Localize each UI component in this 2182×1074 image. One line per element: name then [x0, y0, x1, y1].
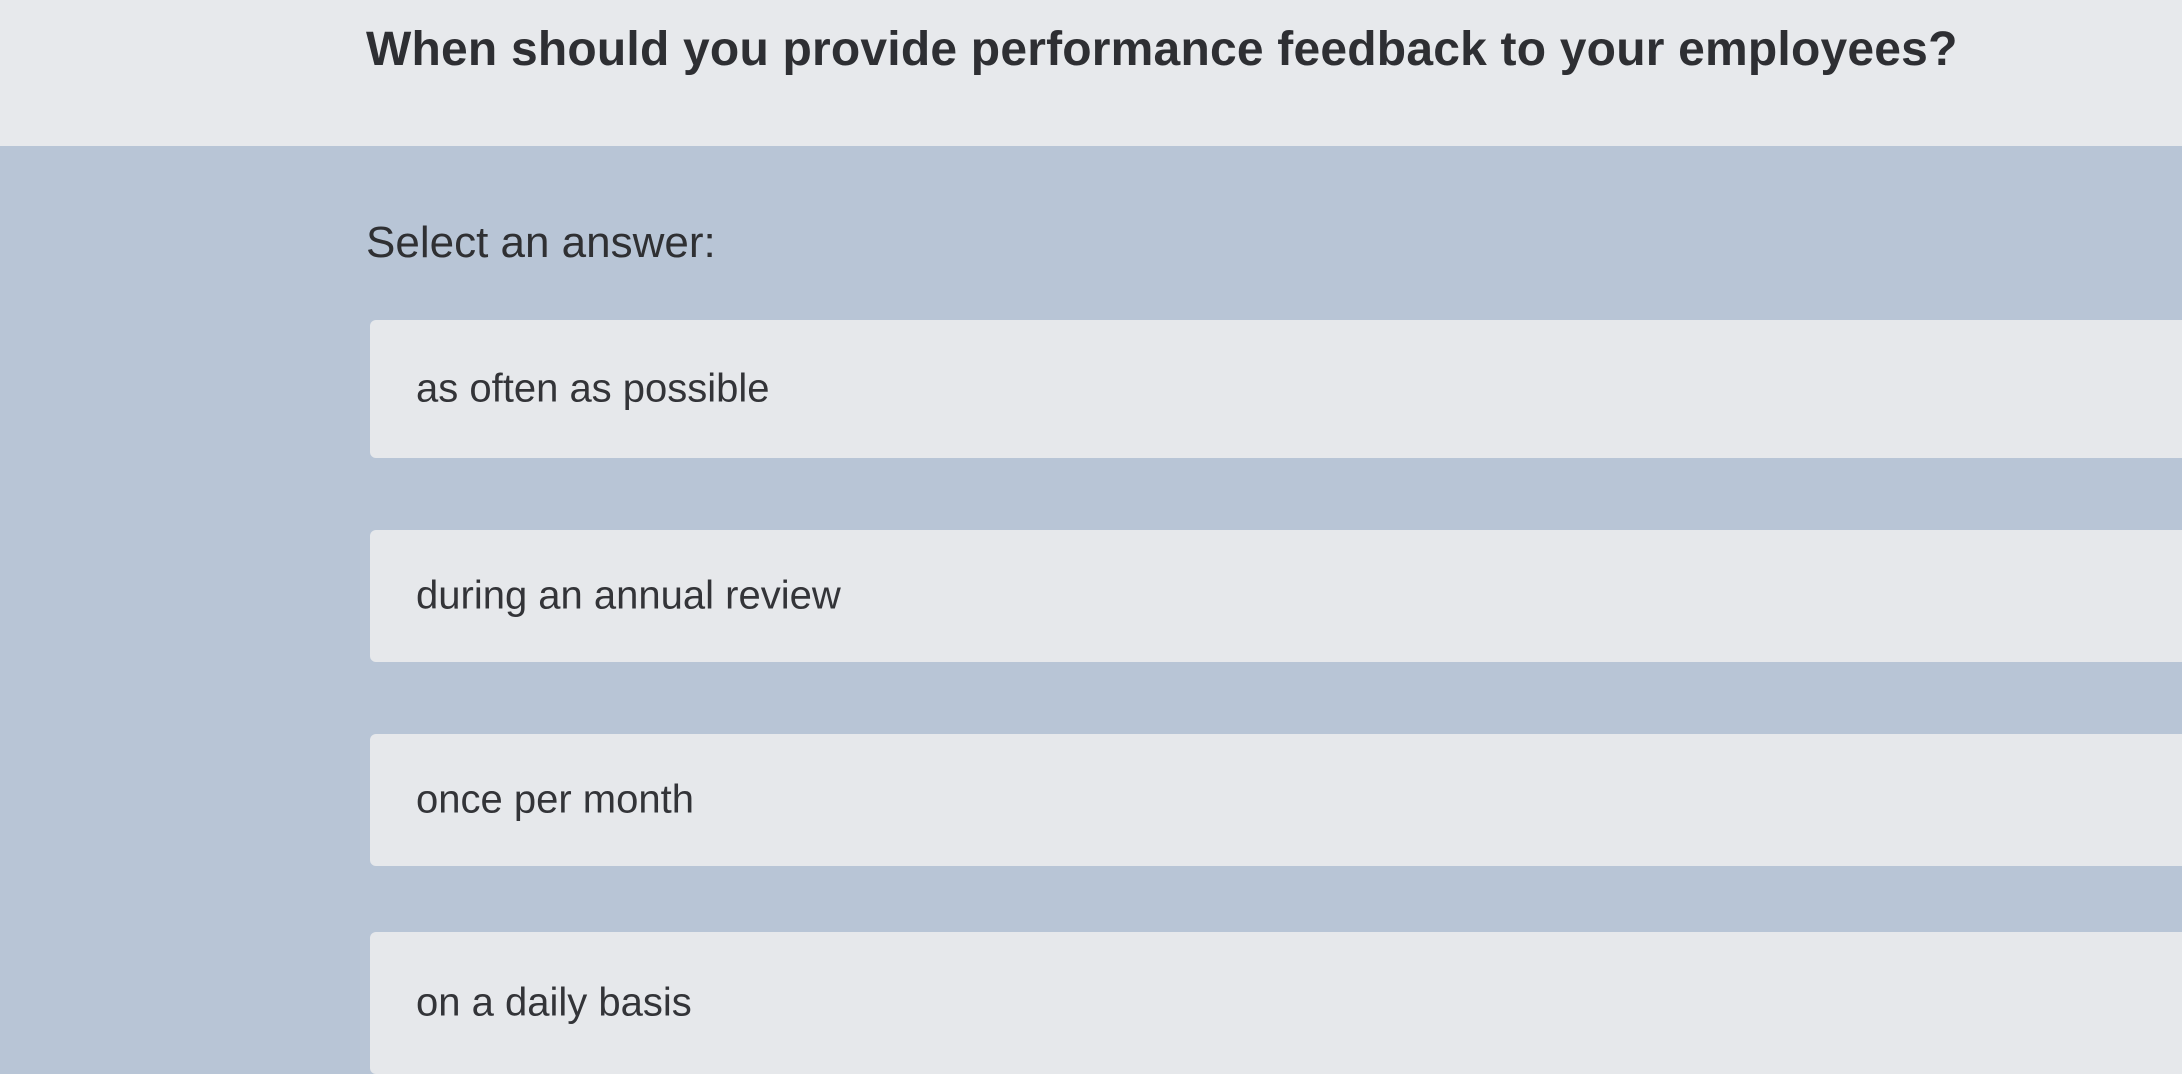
answer-option-4[interactable]: on a daily basis — [370, 932, 2182, 1074]
question-header: When should you provide performance feed… — [0, 0, 2182, 148]
answer-option-label: on a daily basis — [416, 980, 692, 1025]
question-text: When should you provide performance feed… — [366, 23, 1958, 76]
answer-option-3[interactable]: once per month — [370, 734, 2182, 866]
select-answer-label: Select an answer: — [366, 218, 716, 267]
answer-option-1[interactable]: as often as possible — [370, 320, 2182, 458]
answer-option-label: once per month — [416, 777, 694, 822]
answer-option-label: during an annual review — [416, 573, 841, 618]
answer-option-2[interactable]: during an annual review — [370, 530, 2182, 662]
answer-option-label: as often as possible — [416, 366, 770, 411]
quiz-page: When should you provide performance feed… — [0, 0, 2182, 1074]
